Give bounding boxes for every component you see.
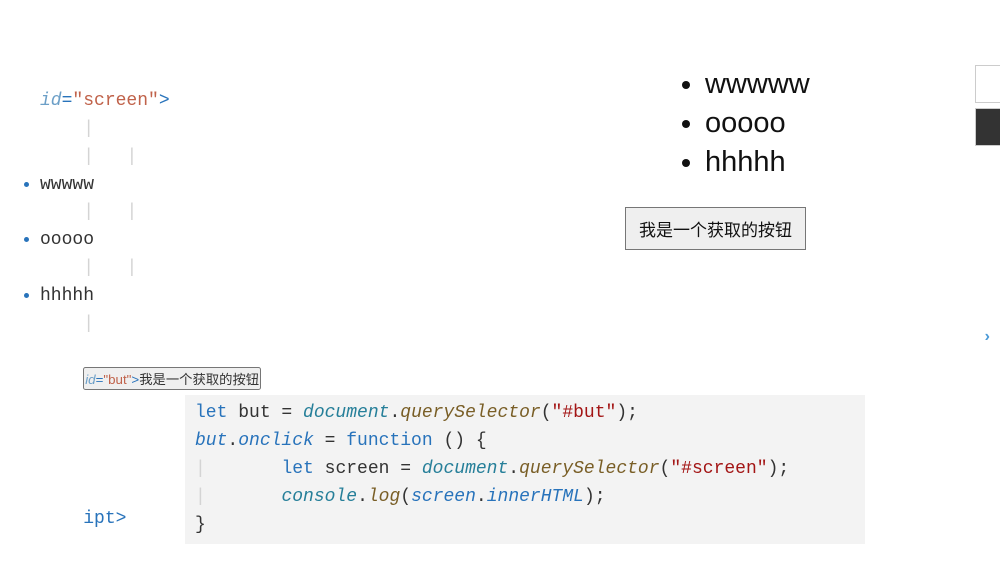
list-item: ooooo [705,104,965,143]
code-line: id="but">我是一个获取的按钮 [40,367,680,395]
code-line: id="screen"> [40,60,680,116]
list-item: wwwww [705,65,965,104]
code-line: | | hhhhh [40,255,680,311]
code-line: let but = document.querySelector("#but")… [195,400,855,428]
list-item: hhhhh [705,143,965,182]
fetch-button[interactable]: 我是一个获取的按钮 [625,207,806,250]
code-line: | console.log(screen.innerHTML); [195,484,855,512]
sidebar-icon[interactable] [975,65,1000,103]
code-line: | [40,116,680,144]
js-code-block: let but = document.querySelector("#but")… [185,395,865,544]
code-line: | | ooooo [40,199,680,255]
code-line: | let screen = document.querySelector("#… [195,456,855,484]
code-line: but.onclick = function () { [195,428,855,456]
sidebar-icon-dark[interactable] [975,108,1000,146]
expand-arrow-icon[interactable]: › [982,328,992,346]
code-line: } [195,512,855,540]
code-line [40,339,680,367]
code-line: | [40,311,680,339]
preview-list: wwwww ooooo hhhhh [610,65,965,182]
code-line: | | wwwww [40,144,680,200]
browser-preview: wwwww ooooo hhhhh 我是一个获取的按钮 [610,65,965,250]
devtools-side-panel [975,65,1000,151]
